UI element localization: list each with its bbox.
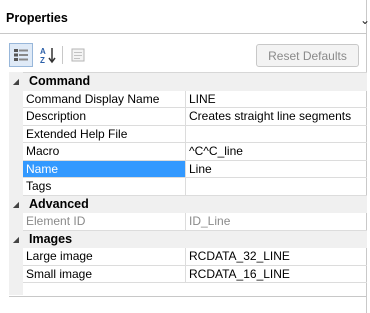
property-row[interactable]: Command Display Name LINE (23, 90, 367, 108)
panel-title: Properties (6, 11, 68, 25)
property-value[interactable] (186, 178, 367, 196)
panel-title-bar: Properties ⌄ (0, 0, 370, 34)
properties-toolbar: A Z Reset Defaults (0, 34, 367, 74)
category-label: Command (29, 74, 91, 88)
property-value: ID_Line (186, 213, 367, 231)
category-advanced[interactable]: ◢ Advanced (13, 195, 367, 213)
property-row[interactable]: Macro ^C^C_line (23, 143, 367, 161)
property-pages-button[interactable] (66, 43, 90, 67)
grid-bottom-border (9, 296, 367, 297)
category-label: Advanced (29, 196, 89, 211)
property-name: Large image (23, 248, 186, 266)
reset-defaults-button[interactable]: Reset Defaults (256, 44, 359, 67)
property-row[interactable]: Element ID ID_Line (23, 213, 367, 231)
property-grid: ◢ Command Command Display Name LINE Desc… (13, 72, 367, 283)
property-value[interactable]: ^C^C_line (186, 143, 367, 161)
categorized-icon (14, 49, 28, 61)
collapse-triangle-icon[interactable]: ◢ (9, 231, 23, 248)
alphabetical-sort-icon: A Z (40, 47, 56, 64)
property-row[interactable]: Extended Help File (23, 125, 367, 143)
property-name: Extended Help File (23, 125, 186, 143)
svg-text:Z: Z (40, 56, 45, 64)
property-row[interactable]: Description Creates straight line segmen… (23, 108, 367, 126)
collapse-triangle-icon[interactable]: ◢ (9, 196, 23, 213)
property-name: Macro (23, 143, 186, 161)
property-pages-icon (71, 48, 85, 62)
properties-panel: Properties ⌄ A Z Reset Defaults ◢ Comman… (0, 0, 370, 313)
property-row[interactable]: Small image RCDATA_16_LINE (23, 265, 367, 283)
grid-gutter (9, 72, 23, 295)
property-name: Tags (23, 178, 186, 196)
property-row[interactable]: Large image RCDATA_32_LINE (23, 248, 367, 266)
property-value[interactable] (186, 126, 367, 143)
property-value[interactable]: Line (186, 161, 367, 178)
collapse-triangle-icon[interactable]: ◢ (9, 73, 23, 90)
categorized-view-button[interactable] (9, 43, 33, 67)
property-name: Command Display Name (23, 90, 186, 108)
toolbar-separator (62, 46, 63, 64)
property-name: Small image (23, 265, 186, 283)
property-name: Name (23, 160, 186, 178)
alphabetical-view-button[interactable]: A Z (36, 43, 60, 67)
property-row[interactable]: Tags (23, 178, 367, 196)
property-row-selected[interactable]: Name Line (23, 160, 367, 178)
property-value[interactable]: Creates straight line segments (186, 108, 367, 126)
property-value[interactable]: RCDATA_32_LINE (186, 248, 367, 266)
property-value[interactable]: LINE (186, 91, 367, 108)
property-name: Description (23, 108, 186, 126)
category-label: Images (29, 231, 73, 246)
svg-text:A: A (40, 47, 46, 56)
collapse-icon[interactable]: ⌄ (360, 13, 370, 27)
property-value[interactable]: RCDATA_16_LINE (186, 266, 367, 283)
property-name: Element ID (23, 213, 186, 231)
category-images[interactable]: ◢ Images (13, 230, 367, 248)
category-command[interactable]: ◢ Command (13, 73, 367, 91)
